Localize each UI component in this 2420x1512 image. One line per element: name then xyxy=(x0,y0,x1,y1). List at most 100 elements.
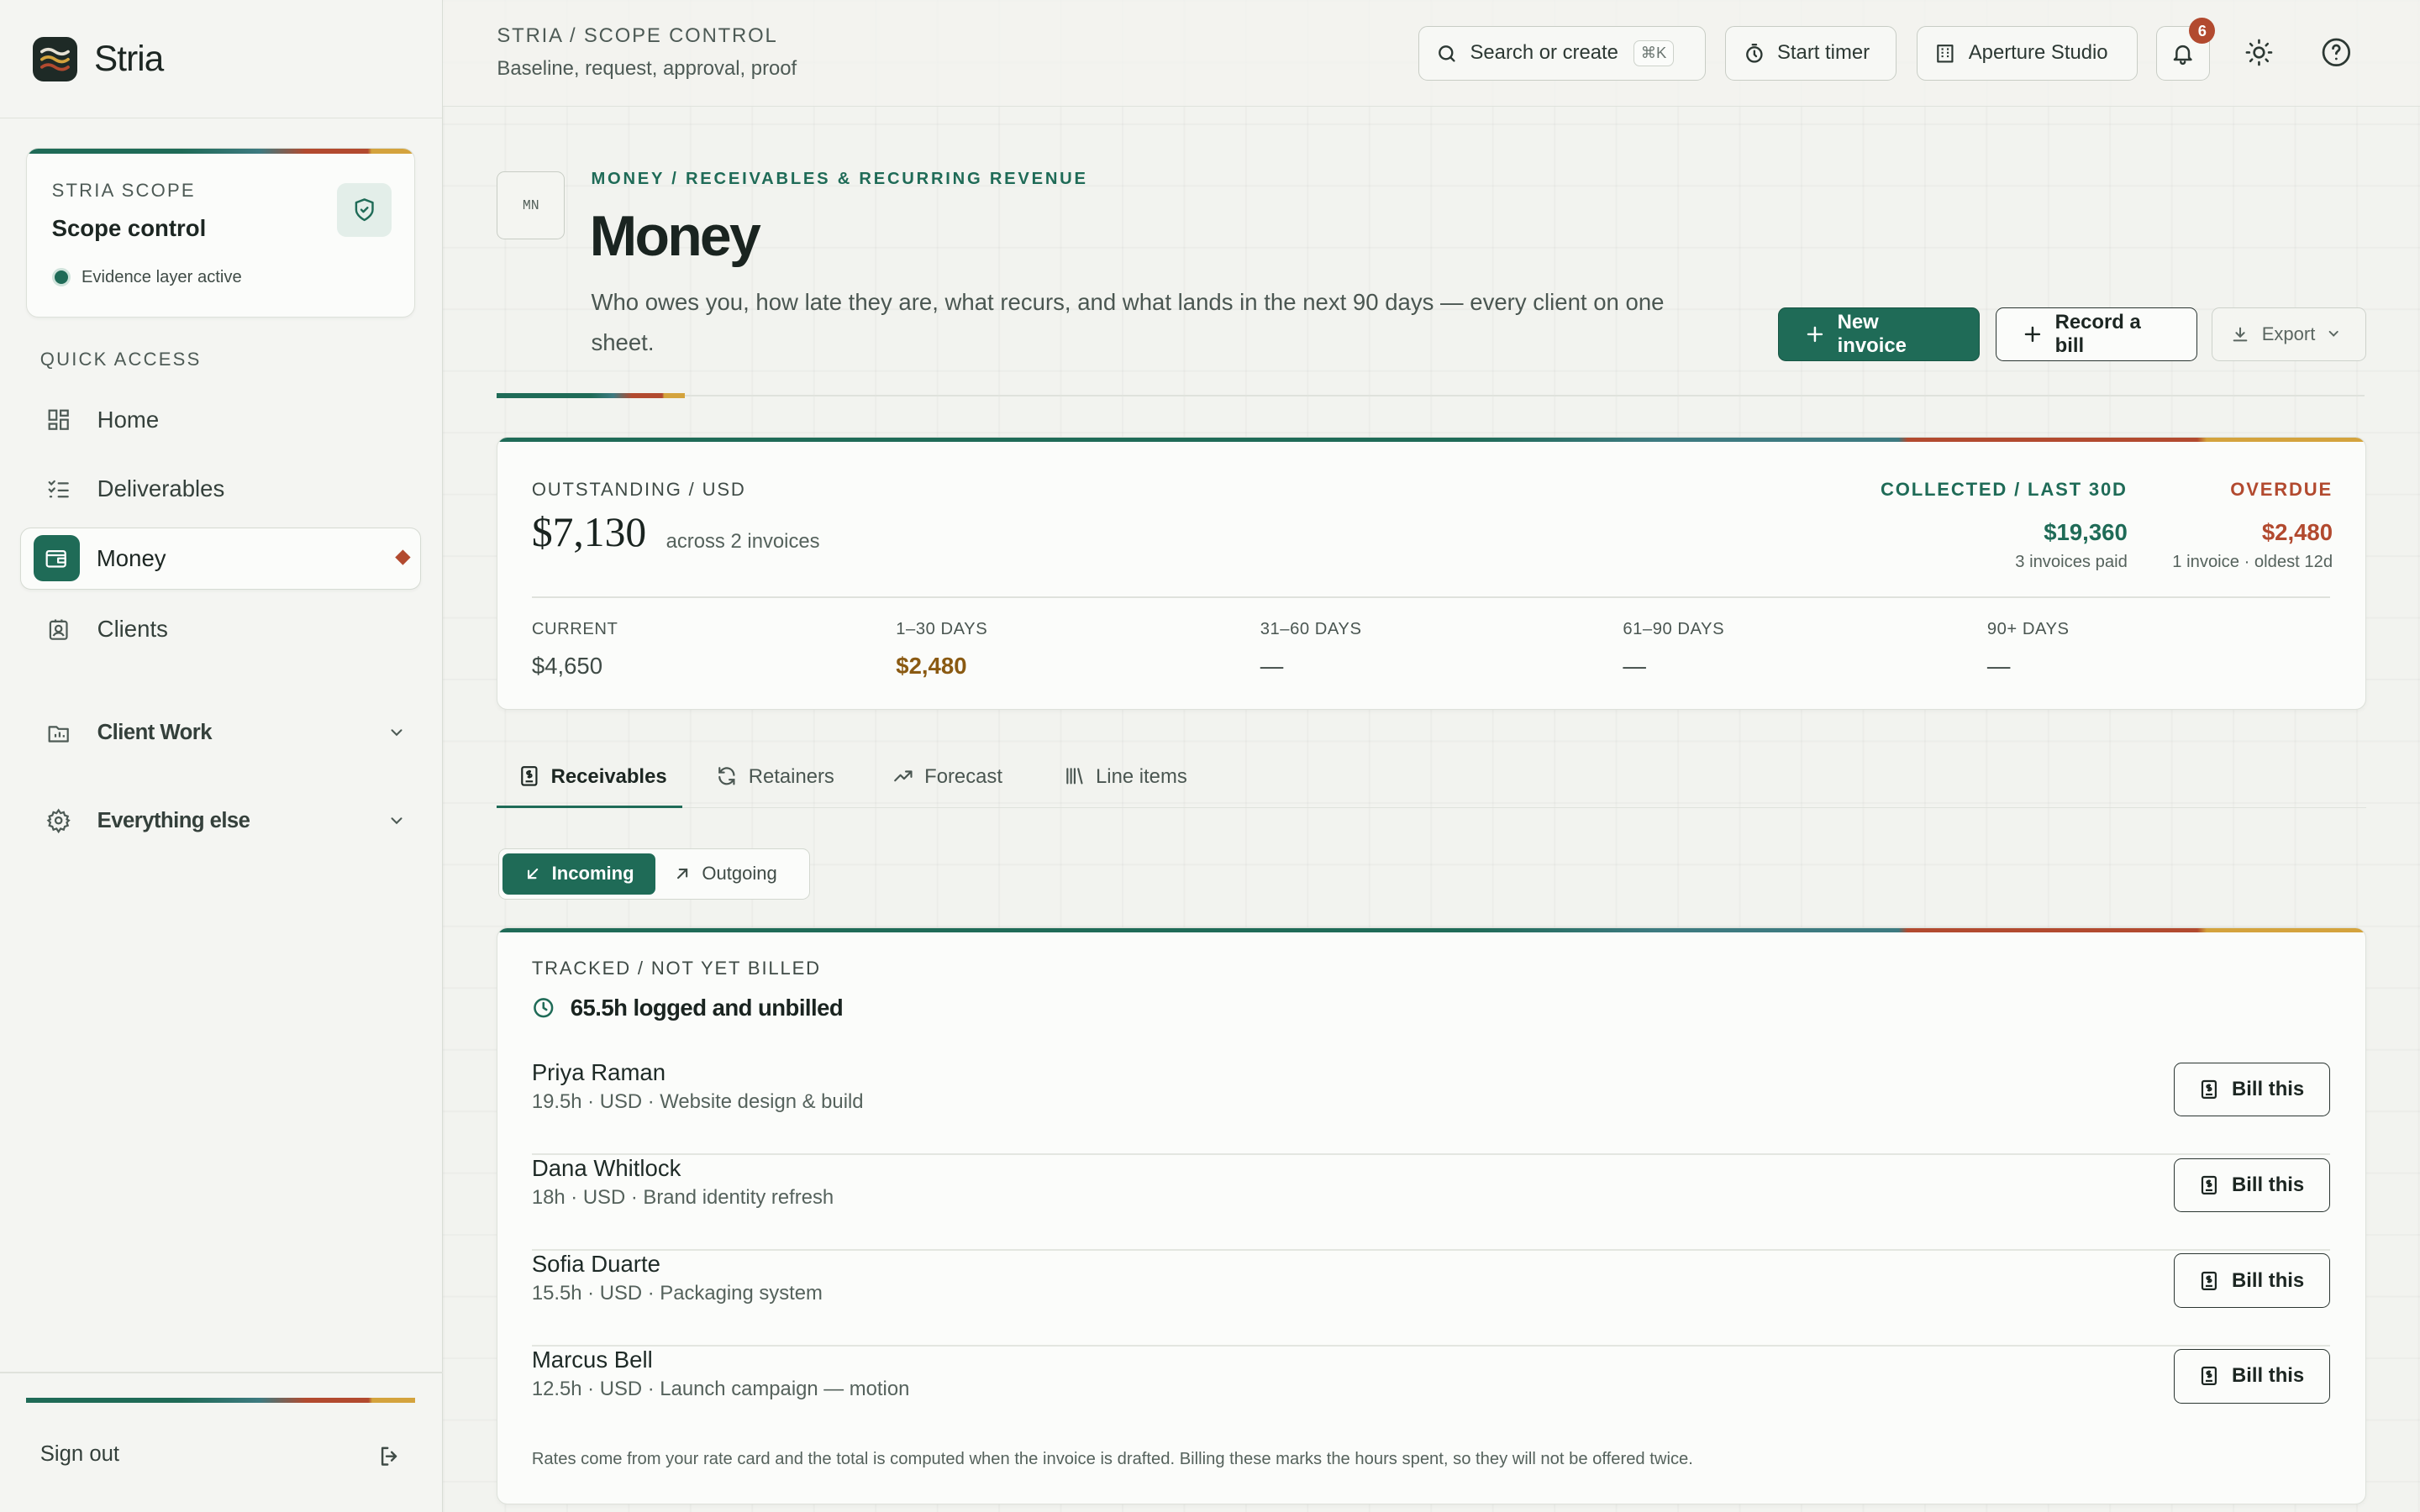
shield-button[interactable] xyxy=(337,182,392,237)
bucket-value: $2,480 xyxy=(896,653,967,680)
bucket-label: 31–60 DAYS xyxy=(1260,619,1362,638)
tab-line-items[interactable]: Line items xyxy=(1063,751,1187,808)
bill-this-button[interactable]: Bill this xyxy=(2174,1062,2330,1116)
sidebar-item-label: Clients xyxy=(97,616,168,643)
notifications-button[interactable]: 6 xyxy=(2155,18,2216,81)
help-button[interactable] xyxy=(2318,34,2355,71)
sidebar-divider xyxy=(0,1371,444,1373)
tab-label: Receivables xyxy=(550,764,667,788)
tab-forecast[interactable]: Forecast xyxy=(892,751,1002,808)
sidebar-group-client-work[interactable]: Client Work xyxy=(20,705,422,760)
page-title: Money xyxy=(589,204,761,269)
checklist-icon xyxy=(45,475,72,503)
outstanding-across: across 2 invoices xyxy=(666,529,820,553)
export-button[interactable]: Export xyxy=(2211,307,2366,361)
tab-label: Line items xyxy=(1096,764,1187,788)
scope-card[interactable]: STRIA SCOPE Scope control Evidence layer… xyxy=(26,148,416,318)
start-timer-label: Start timer xyxy=(1777,41,1870,65)
client-name: Priya Raman xyxy=(531,1058,666,1085)
outstanding-summary-card: OUTSTANDING / USD $7,130 across 2 invoic… xyxy=(497,436,2366,710)
stria-logo-icon xyxy=(32,36,77,81)
tracked-footnote: Rates come from your rate card and the t… xyxy=(531,1449,1693,1468)
page-badge: MN xyxy=(497,171,566,239)
sidebar-item-label: Home xyxy=(97,406,160,433)
help-icon xyxy=(2323,38,2351,67)
card-stripe xyxy=(497,927,2365,933)
collected-stat: COLLECTED / LAST 30D $19,360 3 invoices … xyxy=(1881,479,2128,571)
outgoing-label: Outgoing xyxy=(702,863,777,885)
aging-bucket-90-plus: 90+ DAYS — xyxy=(1987,620,2070,680)
page-header-stripe xyxy=(497,393,686,398)
bill-this-button[interactable]: Bill this xyxy=(2174,1253,2330,1308)
brand-name: Stria xyxy=(94,39,164,79)
scope-kicker: STRIA SCOPE xyxy=(51,180,196,202)
sun-icon xyxy=(2246,39,2273,66)
list-item: Sofia Duarte 15.5h · USD · Packaging sys… xyxy=(531,1250,2330,1347)
incoming-toggle[interactable]: Incoming xyxy=(502,853,656,895)
start-timer-button[interactable]: Start timer xyxy=(1725,26,1897,81)
aging-bucket-1-30: 1–30 DAYS $2,480 xyxy=(896,620,987,680)
bucket-label: 90+ DAYS xyxy=(1986,619,2070,638)
overdue-label: OVERDUE xyxy=(2230,479,2333,501)
sidebar-item-clients[interactable]: Clients xyxy=(20,599,422,660)
sidebar-item-deliverables[interactable]: Deliverables xyxy=(20,458,422,519)
bill-this-button[interactable]: Bill this xyxy=(2174,1158,2330,1212)
receipt-icon xyxy=(518,765,540,787)
arrow-down-left-icon xyxy=(524,865,541,882)
search-button[interactable]: Search or create ⌘K xyxy=(1418,26,1706,81)
theme-toggle[interactable] xyxy=(2241,34,2278,71)
export-label: Export xyxy=(2261,323,2316,344)
logout-icon[interactable] xyxy=(377,1444,402,1468)
signout-link[interactable]: Sign out xyxy=(40,1442,119,1467)
outgoing-toggle[interactable]: Outgoing xyxy=(655,853,796,895)
sidebar-group-everything-else[interactable]: Everything else xyxy=(20,793,422,848)
client-meta: 19.5h · USD · Website design & build xyxy=(531,1090,864,1114)
scope-status-text: Evidence layer active xyxy=(81,267,242,286)
tab-retainers[interactable]: Retainers xyxy=(716,751,834,808)
arrow-up-right-icon xyxy=(674,865,691,882)
chevron-down-icon xyxy=(391,729,402,737)
sidebar-item-home[interactable]: Home xyxy=(20,389,422,450)
chevron-down-icon xyxy=(391,817,402,825)
workspace-switcher[interactable]: Aperture Studio xyxy=(1917,26,2138,81)
bucket-label: 61–90 DAYS xyxy=(1623,619,1725,638)
summary-divider xyxy=(531,596,2330,598)
brand[interactable]: Stria xyxy=(0,0,443,119)
tab-receivables[interactable]: Receivables xyxy=(497,751,682,809)
new-invoice-button[interactable]: New invoice xyxy=(1777,307,1981,361)
card-stripe xyxy=(497,437,2365,443)
plus-icon xyxy=(2023,324,2043,344)
breadcrumb: STRIA / SCOPE CONTROL xyxy=(497,24,778,48)
sidebar-item-label: Money xyxy=(96,544,166,571)
list-item: Dana Whitlock 18h · USD · Brand identity… xyxy=(531,1154,2330,1251)
overdue-sub: 1 invoice · oldest 12d xyxy=(2172,552,2333,571)
search-shortcut: ⌘K xyxy=(1634,39,1674,67)
tracked-headline-text: 65.5h logged and unbilled xyxy=(570,994,844,1021)
scope-card-stripe xyxy=(27,149,415,154)
record-bill-label: Record a bill xyxy=(2054,310,2141,357)
bill-this-label: Bill this xyxy=(2232,1364,2305,1388)
client-meta: 18h · USD · Brand identity refresh xyxy=(531,1186,834,1210)
outstanding-amount: $7,130 xyxy=(531,509,647,556)
sidebar-item-money[interactable]: Money xyxy=(19,528,422,590)
scope-status: Evidence layer active xyxy=(51,267,242,287)
status-dot xyxy=(51,267,71,287)
tab-label: Forecast xyxy=(924,764,1002,788)
bucket-label: 1–30 DAYS xyxy=(896,619,988,638)
bucket-value: — xyxy=(1623,653,1646,680)
folder-chart-icon xyxy=(45,719,72,747)
aging-bucket-31-60: 31–60 DAYS — xyxy=(1260,620,1362,680)
record-bill-button[interactable]: Record a bill xyxy=(1995,307,2198,361)
bill-this-button[interactable]: Bill this xyxy=(2174,1349,2330,1404)
list-item: Priya Raman 19.5h · USD · Website design… xyxy=(531,1058,2330,1155)
aging-bucket-current: CURRENT $4,650 xyxy=(532,620,618,680)
client-meta: 12.5h · USD · Launch campaign — motion xyxy=(531,1378,910,1401)
bill-this-label: Bill this xyxy=(2232,1173,2305,1196)
overdue-stat: OVERDUE $2,480 1 invoice · oldest 12d xyxy=(2172,479,2333,571)
overdue-value: $2,480 xyxy=(2261,519,2333,546)
client-name: Dana Whitlock xyxy=(531,1154,681,1181)
client-name: Sofia Duarte xyxy=(531,1250,660,1277)
workspace-label: Aperture Studio xyxy=(1968,41,2108,65)
receipt-icon xyxy=(2199,1079,2219,1100)
clock-icon xyxy=(532,996,555,1020)
